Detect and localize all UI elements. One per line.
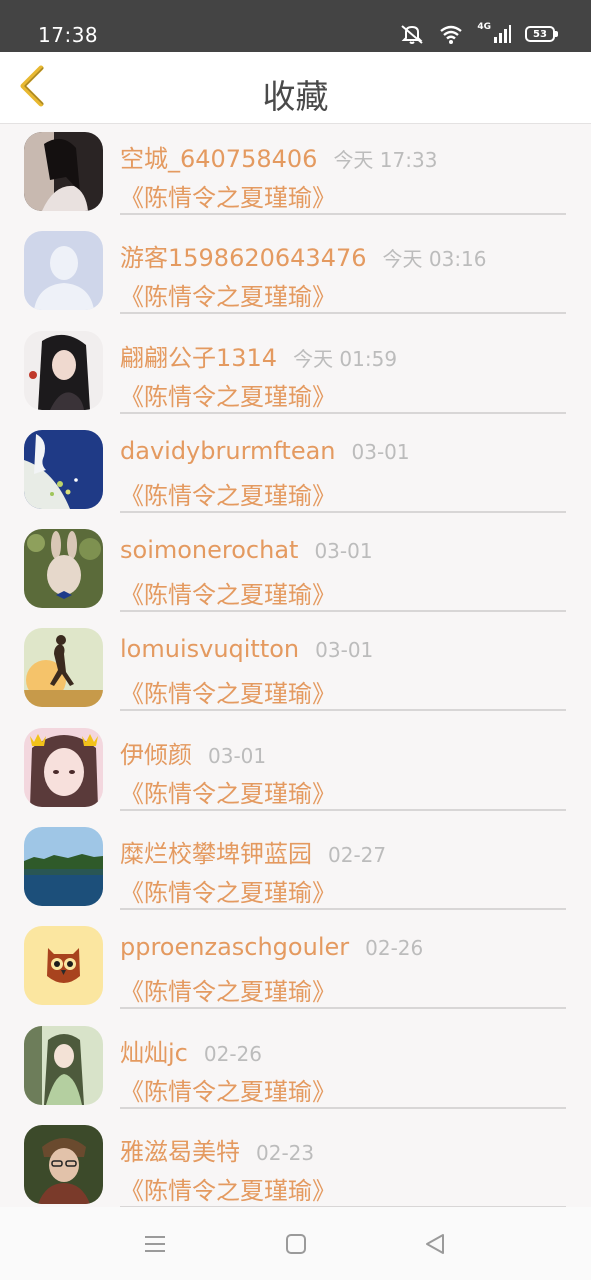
list-item[interactable]: davidybrurmftean 03-01 《陈情令之夏瑾瑜》 — [0, 422, 591, 521]
timestamp: 02-23 — [256, 1140, 315, 1165]
username[interactable]: pproenzaschgouler — [120, 933, 349, 961]
book-title[interactable]: 《陈情令之夏瑾瑜》 — [120, 277, 566, 312]
username[interactable]: 雅滋曷美特 — [120, 1132, 240, 1167]
timestamp: 今天 01:59 — [293, 346, 398, 371]
back-triangle-icon[interactable] — [422, 1231, 448, 1257]
book-title[interactable]: 《陈情令之夏瑾瑜》 — [120, 575, 566, 610]
timestamp: 02-26 — [203, 1041, 262, 1066]
timestamp: 03-01 — [351, 439, 410, 464]
username[interactable]: 伊倾颜 — [120, 735, 192, 770]
book-title[interactable]: 《陈情令之夏瑾瑜》 — [120, 476, 566, 511]
username[interactable]: lomuisvuqitton — [120, 635, 299, 663]
timestamp: 03-01 — [208, 743, 267, 768]
avatar-photo-woman[interactable] — [24, 132, 103, 211]
row-text: davidybrurmftean 03-01 《陈情令之夏瑾瑜》 — [120, 437, 566, 513]
list-item[interactable]: pproenzaschgouler 02-26 《陈情令之夏瑾瑜》 — [0, 918, 591, 1017]
status-icons: 4G 53 — [399, 20, 558, 48]
list-item[interactable]: 灿灿jc 02-26 《陈情令之夏瑾瑜》 — [0, 1018, 591, 1117]
list-item[interactable]: soimonerochat 03-01 《陈情令之夏瑾瑜》 — [0, 521, 591, 620]
list-item[interactable]: 游客1598620643476 今天 03:16 《陈情令之夏瑾瑜》 — [0, 223, 591, 322]
status-bar: 17:38 4G 53 — [0, 0, 591, 52]
row-text: soimonerochat 03-01 《陈情令之夏瑾瑜》 — [120, 536, 566, 613]
username[interactable]: davidybrurmftean — [120, 437, 336, 465]
avatar-default-silhouette[interactable] — [24, 231, 103, 311]
book-title[interactable]: 《陈情令之夏瑾瑜》 — [120, 674, 566, 709]
battery-indicator: 53 — [525, 26, 558, 42]
book-title[interactable]: 《陈情令之夏瑾瑜》 — [120, 873, 566, 908]
book-title[interactable]: 《陈情令之夏瑾瑜》 — [120, 972, 566, 1007]
signal-icon — [493, 24, 511, 44]
timestamp: 02-26 — [365, 936, 424, 961]
username[interactable]: 灿灿jc — [120, 1033, 188, 1068]
list-item[interactable]: 伊倾颜 03-01 《陈情令之夏瑾瑜》 — [0, 720, 591, 819]
wifi-icon — [439, 24, 463, 44]
row-text: lomuisvuqitton 03-01 《陈情令之夏瑾瑜》 — [120, 635, 566, 712]
system-nav-bar — [0, 1207, 591, 1280]
timestamp: 03-01 — [315, 638, 374, 663]
row-text: 雅滋曷美特 02-23 《陈情令之夏瑾瑜》 — [120, 1132, 566, 1207]
username[interactable]: 游客1598620643476 — [120, 238, 367, 273]
timestamp: 02-27 — [328, 843, 387, 868]
page-title: 收藏 — [262, 77, 329, 116]
avatar-illustration-lady[interactable] — [24, 1025, 103, 1105]
avatar-runner-sunset[interactable] — [24, 628, 103, 708]
avatar-girl-crown[interactable] — [24, 727, 103, 807]
list-item[interactable]: 空城_640758406 今天 17:33 《陈情令之夏瑾瑜》 — [0, 124, 591, 223]
avatar-lake-landscape[interactable] — [24, 827, 103, 907]
timestamp: 今天 17:33 — [333, 148, 438, 172]
username[interactable]: 翩翩公子1314 — [120, 338, 277, 373]
book-title[interactable]: 《陈情令之夏瑾瑜》 — [120, 1171, 566, 1206]
app-header: 收藏 — [0, 52, 591, 124]
avatar-rabbit[interactable] — [24, 529, 103, 609]
avatar-photo-boy[interactable] — [24, 1124, 103, 1204]
list-item[interactable]: 翩翩公子1314 今天 01:59 《陈情令之夏瑾瑜》 — [0, 323, 591, 422]
row-text: 糜烂校攀埤钾蓝园 02-27 《陈情令之夏瑾瑜》 — [120, 834, 566, 911]
timestamp: 今天 03:16 — [382, 247, 487, 272]
row-text: 空城_640758406 今天 17:33 《陈情令之夏瑾瑜》 — [120, 139, 566, 215]
timestamp: 03-01 — [314, 539, 373, 564]
home-square-icon[interactable] — [283, 1231, 309, 1257]
silent-icon — [399, 23, 425, 45]
list-item[interactable]: 糜烂校攀埤钾蓝园 02-27 《陈情令之夏瑾瑜》 — [0, 819, 591, 918]
username[interactable]: 空城_640758406 — [120, 139, 317, 174]
list-item[interactable]: 雅滋曷美特 02-23 《陈情令之夏瑾瑜》 — [0, 1117, 591, 1207]
avatar-blue-art[interactable] — [24, 429, 103, 509]
username[interactable]: 糜烂校攀埤钾蓝园 — [120, 834, 312, 869]
row-text: 灿灿jc 02-26 《陈情令之夏瑾瑜》 — [120, 1033, 566, 1109]
row-text: 伊倾颜 03-01 《陈情令之夏瑾瑜》 — [120, 735, 566, 811]
network-type: 4G — [477, 22, 491, 32]
row-text: pproenzaschgouler 02-26 《陈情令之夏瑾瑜》 — [120, 933, 566, 1010]
favorites-list: 空城_640758406 今天 17:33 《陈情令之夏瑾瑜》 游客159862… — [0, 124, 591, 1207]
row-text: 游客1598620643476 今天 03:16 《陈情令之夏瑾瑜》 — [120, 238, 566, 315]
avatar-illustration-man[interactable] — [24, 330, 103, 410]
book-title[interactable]: 《陈情令之夏瑾瑜》 — [120, 774, 566, 809]
username[interactable]: soimonerochat — [120, 536, 298, 564]
book-title[interactable]: 《陈情令之夏瑾瑜》 — [120, 377, 566, 412]
list-item[interactable]: lomuisvuqitton 03-01 《陈情令之夏瑾瑜》 — [0, 620, 591, 719]
menu-icon[interactable] — [142, 1231, 168, 1257]
row-text: 翩翩公子1314 今天 01:59 《陈情令之夏瑾瑜》 — [120, 338, 566, 414]
book-title[interactable]: 《陈情令之夏瑾瑜》 — [120, 1072, 566, 1107]
status-time: 17:38 — [38, 23, 99, 47]
avatar-owl[interactable] — [24, 926, 103, 1006]
book-title[interactable]: 《陈情令之夏瑾瑜》 — [120, 178, 566, 213]
